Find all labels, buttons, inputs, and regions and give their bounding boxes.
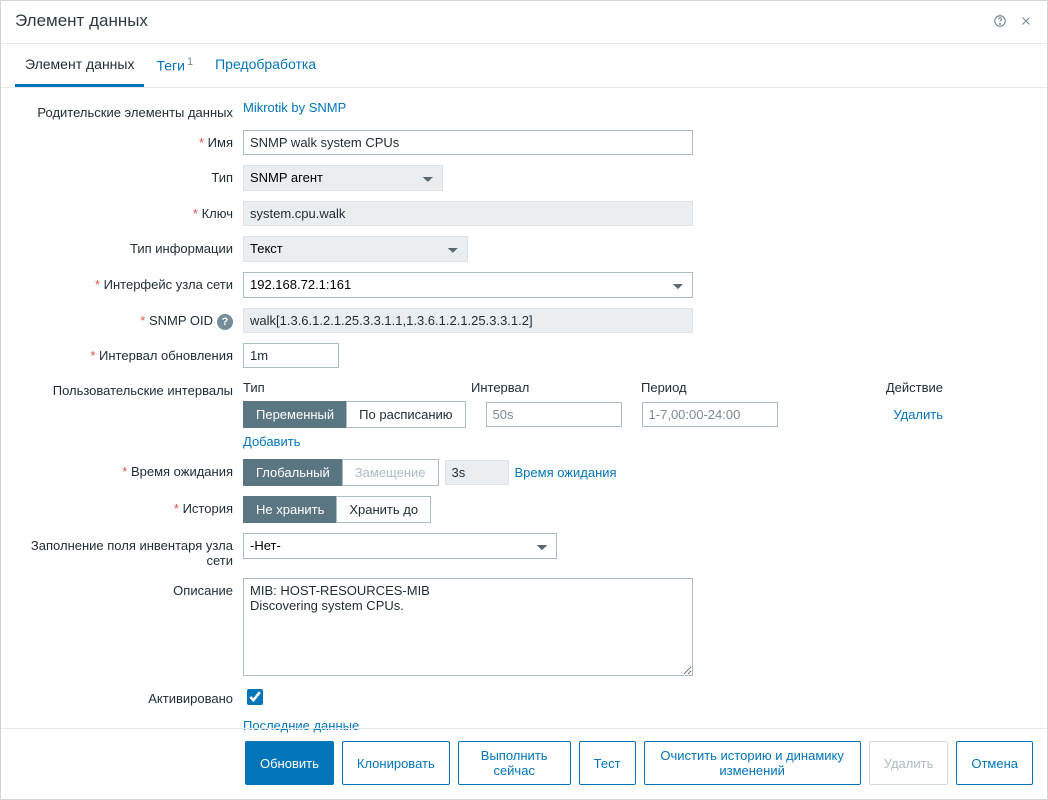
description-textarea[interactable]: MIB: HOST-RESOURCES-MIB Discovering syst…	[243, 578, 693, 676]
ci-head-action: Действие	[886, 380, 943, 395]
update-button[interactable]: Обновить	[245, 741, 334, 785]
tab-tags-label: Теги	[156, 58, 184, 74]
ci-type-segment: Переменный По расписанию	[243, 401, 466, 428]
label-info-type: Тип информации	[15, 236, 243, 256]
ci-head-period: Период	[641, 380, 791, 395]
history-nostore-button[interactable]: Не хранить	[243, 496, 337, 523]
label-description: Описание	[15, 578, 243, 598]
history-storeuntil-button[interactable]: Хранить до	[336, 496, 431, 523]
interface-select[interactable]: 192.168.72.1:161	[243, 272, 693, 298]
info-type-select[interactable]: Текст	[243, 236, 468, 262]
form: Родительские элементы данных Mikrotik by…	[1, 88, 1047, 747]
timeout-link[interactable]: Время ожидания	[515, 465, 617, 480]
label-history: История	[15, 496, 243, 516]
timeout-value-input	[445, 460, 509, 485]
ci-head-type: Тип	[243, 380, 451, 395]
timeout-global-button[interactable]: Глобальный	[243, 459, 343, 486]
label-type: Тип	[15, 165, 243, 185]
label-key: Ключ	[15, 201, 243, 221]
snmp-oid-input[interactable]	[243, 308, 693, 333]
ci-flexible-button[interactable]: Переменный	[243, 401, 347, 428]
help-icon[interactable]	[993, 14, 1007, 28]
ci-add-link[interactable]: Добавить	[243, 434, 943, 449]
label-timeout: Время ожидания	[15, 459, 243, 479]
item-dialog: Элемент данных Элемент данных Теги1 Пред…	[0, 0, 1048, 800]
close-icon[interactable]	[1019, 14, 1033, 28]
label-interface: Интерфейс узла сети	[15, 272, 243, 292]
dialog-header: Элемент данных	[1, 1, 1047, 44]
cancel-button[interactable]: Отмена	[956, 741, 1033, 785]
clone-button[interactable]: Клонировать	[342, 741, 450, 785]
tab-tags-count: 1	[187, 56, 193, 68]
history-segment: Не хранить Хранить до	[243, 496, 431, 523]
timeout-override-button: Замещение	[342, 459, 439, 486]
dialog-title: Элемент данных	[15, 11, 148, 31]
ci-scheduling-button[interactable]: По расписанию	[346, 401, 465, 428]
label-custom-intervals: Пользовательские интервалы	[15, 378, 243, 398]
label-snmp-oid: SNMP OID?	[15, 308, 243, 330]
delete-button: Удалить	[869, 741, 949, 785]
label-name: Имя	[15, 130, 243, 150]
custom-intervals-box: Тип Интервал Период Действие Переменный …	[243, 378, 943, 449]
clear-history-button[interactable]: Очистить историю и динамику изменений	[644, 741, 861, 785]
timeout-segment: Глобальный Замещение	[243, 459, 439, 486]
ci-head-interval: Интервал	[471, 380, 621, 395]
label-update-interval: Интервал обновления	[15, 343, 243, 363]
ci-interval-input[interactable]	[486, 402, 622, 427]
type-select[interactable]: SNMP агент	[243, 165, 443, 191]
test-button[interactable]: Тест	[579, 741, 636, 785]
inventory-select[interactable]: -Нет-	[243, 533, 557, 559]
parent-link[interactable]: Mikrotik by SNMP	[243, 100, 346, 115]
tab-preprocessing[interactable]: Предобработка	[205, 44, 326, 87]
execute-now-button[interactable]: Выполнить сейчас	[458, 741, 571, 785]
ci-row: Переменный По расписанию Удалить	[243, 401, 943, 428]
label-inventory: Заполнение поля инвентаря узла сети	[15, 533, 243, 568]
help-snmp-icon[interactable]: ?	[217, 314, 233, 330]
enabled-checkbox[interactable]	[247, 689, 263, 705]
label-enabled: Активировано	[15, 686, 243, 706]
footer: Обновить Клонировать Выполнить сейчас Те…	[1, 728, 1047, 799]
tab-tags[interactable]: Теги1	[146, 44, 203, 87]
label-parent: Родительские элементы данных	[15, 100, 243, 120]
tabs: Элемент данных Теги1 Предобработка	[1, 44, 1047, 88]
name-input[interactable]	[243, 130, 693, 155]
update-interval-input[interactable]	[243, 343, 339, 368]
tab-item[interactable]: Элемент данных	[15, 44, 144, 87]
ci-period-input[interactable]	[642, 402, 778, 427]
key-input[interactable]	[243, 201, 693, 226]
ci-delete-link[interactable]: Удалить	[893, 407, 943, 422]
